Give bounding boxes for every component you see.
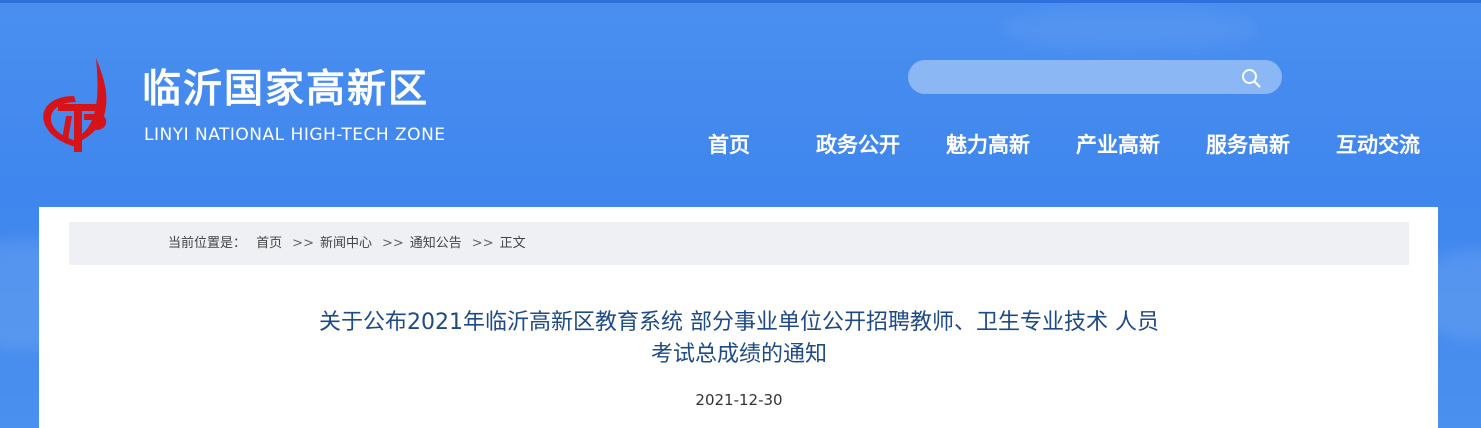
breadcrumb-prefix: 当前位置是： — [168, 236, 247, 251]
article-title-line: 关于公布2021年临沂高新区教育系统 部分事业单位公开招聘教师、卫生专业技术 人… — [319, 310, 1159, 335]
content-panel: 当前位置是： 首页 >> 新闻中心 >> 通知公告 >> 正文 关于公布2021年临沂高新区… — [39, 207, 1438, 428]
article-title: 关于公布2021年临沂高新区教育系统 部分事业单位公开招聘教师、卫生专业技术 人… — [209, 307, 1269, 371]
breadcrumb: 当前位置是： 首页 >> 新闻中心 >> 通知公告 >> 正文 — [69, 222, 1409, 265]
breadcrumb-separator: >> — [381, 236, 404, 251]
nav-item-interaction[interactable]: 互动交流 — [1336, 128, 1420, 162]
nav-item-home[interactable]: 首页 — [708, 128, 750, 162]
site-subtitle: LINYI NATIONAL HIGH-TECH ZONE — [144, 125, 446, 145]
breadcrumb-notices[interactable]: 通知公告 — [410, 236, 462, 251]
nav-item-services[interactable]: 服务高新 — [1206, 128, 1290, 162]
breadcrumb-current: 正文 — [499, 236, 526, 251]
breadcrumb-separator: >> — [292, 236, 314, 251]
nav-item-industry[interactable]: 产业高新 — [1076, 128, 1160, 162]
nav-item-government-affairs[interactable]: 政务公开 — [816, 128, 900, 162]
article-date: 2021-12-30 — [695, 391, 783, 409]
red-flame-logo-icon[interactable] — [38, 56, 118, 156]
article-title-line: 考试总成绩的通知 — [650, 342, 827, 367]
search-icon[interactable] — [1240, 67, 1262, 89]
breadcrumb-home[interactable]: 首页 — [256, 236, 282, 251]
background-cloud — [1000, 10, 1260, 50]
breadcrumb-news-center[interactable]: 新闻中心 — [320, 236, 372, 251]
nav-item-charm[interactable]: 魅力高新 — [946, 128, 1030, 162]
search-box[interactable] — [908, 60, 1282, 96]
main-nav: 首页 政务公开 魅力高新 产业高新 服务高新 互动交流 — [686, 128, 1446, 162]
site-title[interactable]: 临沂国家高新区 — [142, 66, 429, 114]
search-input[interactable] — [924, 60, 1238, 96]
breadcrumb-separator: >> — [471, 236, 494, 251]
top-border — [0, 0, 1481, 3]
